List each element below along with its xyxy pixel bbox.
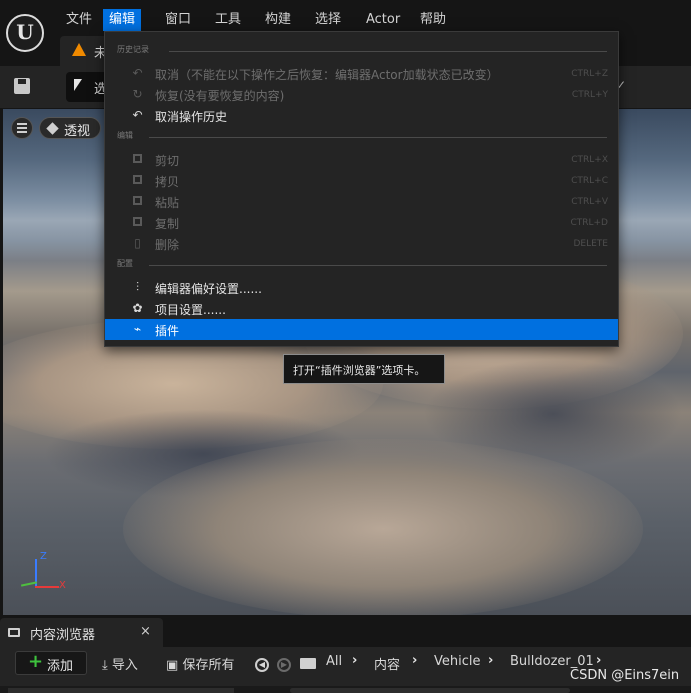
redo-icon: ↻	[132, 87, 143, 101]
plugins-tooltip: 打开“插件浏览器”选项卡。	[283, 354, 445, 384]
axis-gizmo: Z X	[13, 549, 73, 609]
menu-build[interactable]: 构建	[259, 9, 297, 31]
menu-help[interactable]: 帮助	[414, 9, 452, 31]
menu-item-undo[interactable]: ↶ 取消（不能在以下操作之后恢复：编辑器Actor加载状态已改变） CTRL+Z	[105, 63, 618, 84]
breadcrumb-vehicle[interactable]: Vehicle	[434, 654, 481, 669]
plus-icon: +	[28, 651, 44, 672]
perspective-label: 透视	[64, 124, 91, 139]
section-edit: 编辑	[117, 130, 607, 144]
cursor-icon	[74, 79, 82, 91]
chevron-right-icon[interactable]: ›	[352, 653, 357, 668]
add-button-label: 添加	[47, 659, 74, 674]
menu-item-editor-preferences[interactable]: ⫶ 编辑器偏好设置......	[105, 277, 618, 298]
viewport-menu-button[interactable]	[11, 117, 33, 139]
menu-item-delete[interactable]: ▯ 删除 DELETE	[105, 233, 618, 254]
menu-select[interactable]: 选择	[309, 9, 347, 31]
cut-icon	[131, 153, 144, 166]
chevron-right-icon[interactable]: ›	[488, 653, 493, 668]
menu-item-paste[interactable]: 粘贴 CTRL+V	[105, 191, 618, 212]
terrain-dune	[123, 439, 643, 615]
duplicate-icon	[131, 216, 144, 229]
edit-menu-dropdown: 历史记录 ↶ 取消（不能在以下操作之后恢复：编辑器Actor加载状态已改变） C…	[104, 31, 619, 347]
menu-actor[interactable]: Actor	[360, 9, 406, 31]
history-back-button[interactable]: ◀	[255, 654, 269, 672]
menu-item-copy[interactable]: 拷贝 CTRL+C	[105, 170, 618, 191]
save-icon[interactable]	[12, 76, 32, 96]
section-config: 配置	[117, 258, 607, 272]
perspective-button[interactable]: 透视	[39, 117, 101, 139]
watermark: CSDN @Eins7ein	[570, 668, 680, 683]
breadcrumb-content[interactable]: 内容	[374, 654, 400, 673]
menu-edit[interactable]: 编辑	[103, 9, 142, 31]
breadcrumb-bulldozer[interactable]: Bulldozer_01	[510, 654, 594, 669]
content-browser-tabbar: 内容浏览器 ×	[0, 615, 691, 647]
chevron-right-icon[interactable]: ›	[596, 653, 601, 668]
menu-item-cut[interactable]: 剪切 CTRL+X	[105, 149, 618, 170]
breadcrumb-all[interactable]: All	[326, 654, 342, 669]
menu-item-undo-history[interactable]: ↶ 取消操作历史	[105, 105, 618, 126]
history-forward-button[interactable]: ▶	[277, 654, 291, 672]
forward-arrow-icon: ▶	[277, 658, 291, 672]
content-browser-tab[interactable]: 内容浏览器 ×	[0, 618, 163, 647]
axis-z-label: Z	[40, 551, 47, 562]
save-all-icon: ▣	[166, 658, 179, 673]
menu-item-project-settings[interactable]: ✿ 项目设置......	[105, 298, 618, 319]
content-browser-panels	[0, 686, 691, 693]
undo-history-icon: ↶	[132, 108, 143, 122]
folder-icon	[8, 628, 20, 637]
menu-item-duplicate[interactable]: 复制 CTRL+D	[105, 212, 618, 233]
import-button[interactable]: ⤓ 导入	[102, 654, 138, 673]
menu-file[interactable]: 文件	[60, 9, 98, 31]
cube-icon	[46, 122, 59, 135]
delete-icon: ▯	[134, 236, 141, 250]
close-icon[interactable]: ×	[140, 624, 151, 639]
unreal-logo-icon[interactable]: U	[6, 14, 44, 52]
section-history: 历史记录	[117, 44, 607, 58]
content-browser-tab-label: 内容浏览器	[30, 628, 96, 643]
menu-item-redo[interactable]: ↻ 恢复(没有要恢复的内容) CTRL+Y	[105, 84, 618, 105]
back-arrow-icon: ◀	[255, 658, 269, 672]
folder-icon[interactable]	[300, 658, 316, 669]
select-mode-button[interactable]: 选	[66, 72, 108, 102]
sliders-icon: ⫶	[135, 280, 139, 294]
menu-tools[interactable]: 工具	[209, 9, 247, 31]
import-icon: ⤓	[102, 658, 108, 673]
axis-x-label: X	[59, 580, 66, 591]
save-all-button[interactable]: ▣ 保存所有	[166, 654, 234, 673]
undo-icon: ↶	[132, 66, 143, 80]
project-settings-icon: ✿	[132, 301, 143, 315]
warning-icon	[72, 43, 86, 56]
menu-window[interactable]: 窗口	[159, 9, 197, 31]
copy-icon	[131, 174, 144, 187]
add-button[interactable]: + 添加	[15, 651, 87, 675]
chevron-right-icon[interactable]: ›	[412, 653, 417, 668]
menu-item-plugins[interactable]: ⌁ 插件	[105, 319, 618, 340]
paste-icon	[131, 195, 144, 208]
plugin-icon: ⌁	[133, 322, 142, 336]
